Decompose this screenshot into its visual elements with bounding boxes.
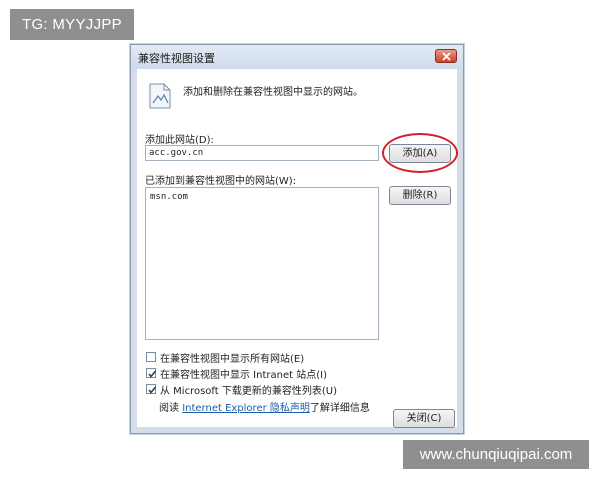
option-label: 在兼容性视图中显示 Intranet 站点(I) [160,369,327,381]
dialog-title: 兼容性视图设置 [138,52,215,65]
remove-button[interactable]: 删除(R) [389,186,451,205]
checkbox-checked[interactable] [146,368,157,378]
option-download-list[interactable]: 从 Microsoft 下载更新的兼容性列表(U) [146,383,337,397]
add-site-input[interactable]: acc.gov.cn [145,145,379,161]
add-site-label: 添加此网站(D): [145,135,214,146]
checkbox-unchecked[interactable] [146,352,156,362]
privacy-info-line: 阅读 Internet Explorer 隐私声明了解详细信息 [159,399,370,414]
title-bar: 兼容性视图设置 [131,45,463,69]
checkmark-icon [148,386,157,394]
read-prefix: 阅读 [159,403,179,414]
document-image-icon [149,83,171,109]
list-item[interactable]: msn.com [150,192,188,202]
site-list[interactable]: msn.com [145,187,379,340]
option-show-all-sites[interactable]: 在兼容性视图中显示所有网站(E) [146,351,305,365]
option-label: 从 Microsoft 下载更新的兼容性列表(U) [160,385,337,397]
dialog-body: 添加和删除在兼容性视图中显示的网站。 添加此网站(D): acc.gov.cn … [137,69,458,428]
read-suffix: 了解详细信息 [309,403,370,414]
add-button[interactable]: 添加(A) [389,144,451,163]
checkmark-icon [148,370,157,378]
watermark-bottom-right: www.chunqiuqipai.com [403,440,589,469]
compat-view-dialog: 兼容性视图设置 添加和删除在兼容性视图中显示的网站。 添加此网站(D): acc… [130,44,464,434]
checkbox-checked[interactable] [146,384,157,394]
close-button[interactable]: 关闭(C) [393,409,455,428]
window-close-button[interactable] [435,49,457,63]
option-label: 在兼容性视图中显示所有网站(E) [160,353,305,365]
added-sites-label: 已添加到兼容性视图中的网站(W): [145,176,297,187]
close-icon [442,52,451,61]
dialog-description: 添加和删除在兼容性视图中显示的网站。 [183,87,363,98]
watermark-top-left: TG: MYYJJPP [10,9,134,40]
option-show-intranet[interactable]: 在兼容性视图中显示 Intranet 站点(I) [146,367,327,381]
privacy-statement-link[interactable]: Internet Explorer 隐私声明 [182,403,310,414]
